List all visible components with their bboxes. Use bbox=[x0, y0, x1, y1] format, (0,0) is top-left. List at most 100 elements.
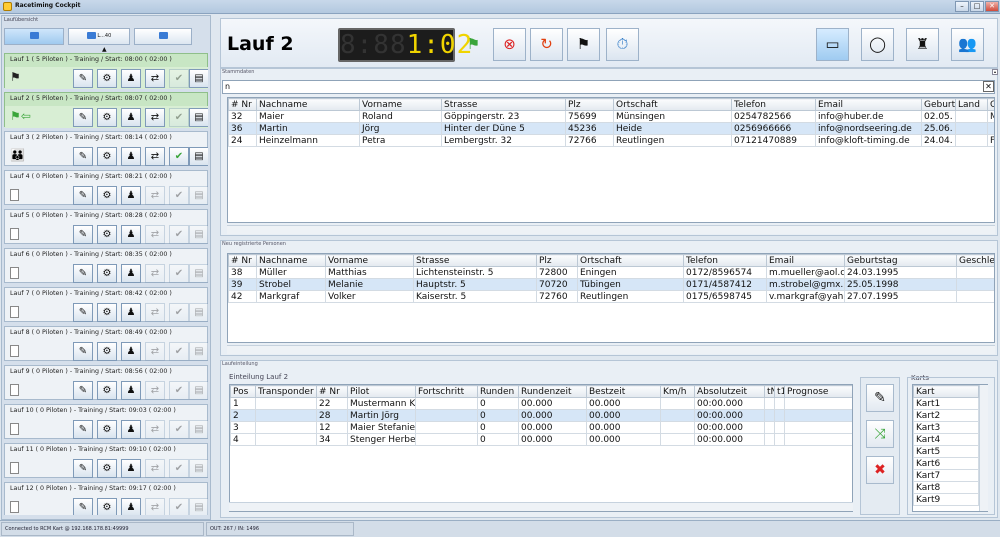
list-item[interactable]: Kart6 bbox=[913, 457, 979, 470]
column-header[interactable]: Email bbox=[766, 254, 845, 267]
table-row[interactable]: 38 Müller Matthias Lichtensteinstr. 5 72800 E… bbox=[228, 266, 994, 279]
nav-range-button[interactable]: L...40 bbox=[68, 28, 130, 45]
configure-run-button[interactable]: ⚙ bbox=[97, 108, 117, 127]
column-header[interactable]: tN bbox=[764, 385, 775, 398]
add-pilot-to-run-button[interactable]: ♟ bbox=[121, 420, 141, 439]
edit-run-button[interactable]: ✎ bbox=[73, 225, 93, 244]
column-header[interactable]: Rundenzeit bbox=[518, 385, 587, 398]
printer-button[interactable]: ▤ bbox=[189, 147, 208, 166]
configure-run-button[interactable]: ⚙ bbox=[97, 420, 117, 439]
column-header[interactable]: Ortschaft bbox=[613, 98, 732, 111]
edit-run-button[interactable]: ✎ bbox=[73, 459, 93, 478]
copy-run-button[interactable]: ⇄ bbox=[145, 381, 165, 400]
run-item[interactable]: Lauf 6 ( 0 Piloten ) - Training / Start:… bbox=[4, 248, 208, 283]
edit-run-button[interactable]: ✎ bbox=[73, 69, 93, 88]
confirm-run-button[interactable]: ✔ bbox=[169, 225, 189, 244]
column-header[interactable]: Bestzeit bbox=[586, 385, 661, 398]
new-registrations-table[interactable]: # Nr Nachname Vorname Strasse Plz Ortschaft Te… bbox=[227, 253, 995, 343]
confirm-run-button[interactable]: ✔ bbox=[169, 186, 189, 205]
column-header[interactable]: Nachname bbox=[256, 98, 360, 111]
run-item[interactable]: Lauf 1 ( 5 Piloten ) - Training / Start:… bbox=[4, 53, 208, 89]
edit-run-button[interactable]: ✎ bbox=[73, 381, 93, 400]
column-header[interactable]: t1 bbox=[774, 385, 785, 398]
copy-run-button[interactable]: ⇄ bbox=[145, 225, 165, 244]
add-pilot-to-run-button[interactable]: ♟ bbox=[121, 264, 141, 283]
printer-button[interactable]: ▤ bbox=[189, 108, 208, 127]
column-header[interactable]: Strasse bbox=[413, 254, 537, 267]
confirm-run-button[interactable]: ✔ bbox=[169, 147, 189, 166]
copy-run-button[interactable]: ⇄ bbox=[145, 108, 165, 127]
add-pilot-to-run-button[interactable]: ♟ bbox=[121, 498, 141, 515]
table-row[interactable]: 1 22 Mustermann K 0 00.000 00.000 00:00.000 bbox=[230, 397, 852, 410]
printer-button[interactable]: ▤ bbox=[189, 186, 208, 205]
table-row[interactable]: 24 Heinzelmann Petra Lembergstr. 32 72766 Reu… bbox=[228, 134, 994, 147]
column-header[interactable]: Vorname bbox=[325, 254, 414, 267]
collapse-master-icon[interactable]: ▴ bbox=[992, 69, 998, 75]
add-pilot-to-run-button[interactable]: ♟ bbox=[121, 303, 141, 322]
column-header[interactable]: Plz bbox=[536, 254, 578, 267]
run-item[interactable]: Lauf 10 ( 0 Piloten ) - Training / Start… bbox=[4, 404, 208, 439]
green-flag-button[interactable]: ⚑ bbox=[457, 28, 490, 61]
list-item[interactable]: Kart7 bbox=[913, 469, 979, 482]
column-header[interactable]: Pos bbox=[230, 385, 256, 398]
configure-run-button[interactable]: ⚙ bbox=[97, 264, 117, 283]
view-podium-button[interactable]: ♜ bbox=[906, 28, 939, 61]
copy-run-button[interactable]: ⇄ bbox=[145, 459, 165, 478]
view-people-button[interactable]: 👥 bbox=[951, 28, 984, 61]
column-header[interactable]: Pilot bbox=[347, 385, 416, 398]
column-header[interactable]: # Nr bbox=[228, 98, 257, 111]
edit-run-button[interactable]: ✎ bbox=[73, 498, 93, 515]
column-header[interactable]: Telefon bbox=[731, 98, 816, 111]
finish-flag-button[interactable]: ⚑ bbox=[567, 28, 600, 61]
printer-button[interactable]: ▤ bbox=[189, 459, 208, 478]
column-header[interactable]: # Nr bbox=[228, 254, 257, 267]
list-item[interactable]: Kart5 bbox=[913, 445, 979, 458]
column-header[interactable]: Vorname bbox=[359, 98, 442, 111]
table-row[interactable]: 36 Martin Jörg Hinter der Düne 5 45236 Heide 0… bbox=[228, 122, 994, 135]
configure-run-button[interactable]: ⚙ bbox=[97, 186, 117, 205]
add-pilot-to-run-button[interactable]: ♟ bbox=[121, 381, 141, 400]
maximize-button[interactable]: □ bbox=[970, 1, 984, 12]
remove-pilot-button[interactable]: ✖ bbox=[866, 456, 894, 484]
list-item[interactable]: Kart4 bbox=[913, 433, 979, 446]
add-pilot-button[interactable]: ✎ bbox=[866, 384, 894, 412]
run-item[interactable]: Lauf 5 ( 0 Piloten ) - Training / Start:… bbox=[4, 209, 208, 244]
printer-button[interactable]: ▤ bbox=[189, 69, 208, 88]
minimize-button[interactable]: – bbox=[955, 1, 969, 12]
copy-run-button[interactable]: ⇄ bbox=[145, 420, 165, 439]
printer-button[interactable]: ▤ bbox=[189, 225, 208, 244]
edit-run-button[interactable]: ✎ bbox=[73, 186, 93, 205]
nav-last-button[interactable] bbox=[134, 28, 192, 45]
search-input[interactable]: n bbox=[222, 80, 995, 94]
confirm-run-button[interactable]: ✔ bbox=[169, 69, 189, 88]
view-track-button[interactable]: ◯ bbox=[861, 28, 894, 61]
add-pilot-to-run-button[interactable]: ♟ bbox=[121, 342, 141, 361]
copy-run-button[interactable]: ⇄ bbox=[145, 498, 165, 515]
column-header[interactable]: Geburt bbox=[921, 98, 956, 111]
table-row[interactable]: 2 28 Martin Jörg 0 00.000 00.000 00:00.000 bbox=[230, 409, 852, 422]
column-header[interactable]: Fortschritt bbox=[415, 385, 478, 398]
column-header[interactable]: Absolutzeit bbox=[694, 385, 765, 398]
configure-run-button[interactable]: ⚙ bbox=[97, 459, 117, 478]
reset-button[interactable]: ↻ bbox=[530, 28, 563, 61]
new-horizontal-scrollbar[interactable] bbox=[227, 345, 995, 354]
configure-run-button[interactable]: ⚙ bbox=[97, 498, 117, 515]
run-item[interactable]: Lauf 9 ( 0 Piloten ) - Training / Start:… bbox=[4, 365, 208, 400]
column-header[interactable]: Land bbox=[955, 98, 988, 111]
table-row[interactable]: 3 12 Maier Stefanie 0 00.000 00.000 00:00.000 bbox=[230, 421, 852, 434]
printer-button[interactable]: ▤ bbox=[189, 303, 208, 322]
run-item[interactable]: Lauf 12 ( 0 Piloten ) - Training / Start… bbox=[4, 482, 208, 515]
column-header[interactable]: Runden bbox=[477, 385, 519, 398]
edit-run-button[interactable]: ✎ bbox=[73, 420, 93, 439]
stopwatch-button[interactable]: ⏱ bbox=[606, 28, 639, 61]
printer-button[interactable]: ▤ bbox=[189, 420, 208, 439]
configure-run-button[interactable]: ⚙ bbox=[97, 381, 117, 400]
edit-run-button[interactable]: ✎ bbox=[73, 264, 93, 283]
column-header[interactable]: Geschlec bbox=[956, 254, 994, 267]
column-header[interactable]: Ortschaft bbox=[577, 254, 684, 267]
scroll-up-icon[interactable]: ▲ bbox=[102, 46, 107, 53]
printer-button[interactable]: ▤ bbox=[189, 264, 208, 283]
clear-search-icon[interactable]: ✕ bbox=[983, 81, 994, 92]
printer-button[interactable]: ▤ bbox=[189, 498, 208, 515]
stop-button[interactable]: ⊗ bbox=[493, 28, 526, 61]
